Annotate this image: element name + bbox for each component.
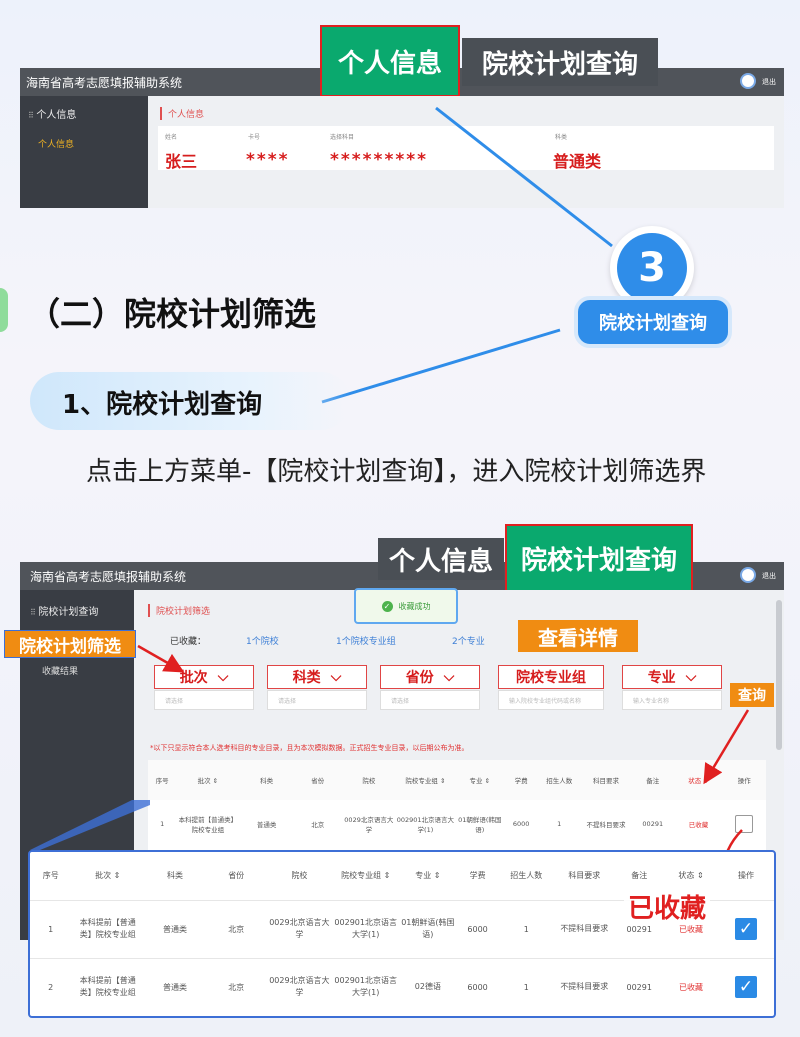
cell: 1 xyxy=(48,924,54,934)
th: 操作 xyxy=(737,871,754,881)
cell: 1 xyxy=(523,982,529,992)
cell: 北京 xyxy=(228,982,245,992)
th: 学费 xyxy=(469,871,486,881)
cell: 6000 xyxy=(467,982,488,992)
th[interactable]: 院校专业组 ⇕ xyxy=(333,852,399,900)
connector-lines xyxy=(321,106,613,404)
description-body: 点击上方菜单-【院校计划查询】，进入院校计划筛选界 xyxy=(86,457,707,487)
th[interactable]: 专业 ⇕ xyxy=(399,852,457,900)
tab-personal-info-2[interactable]: 个人信息 xyxy=(378,538,504,580)
cell: 普通类 xyxy=(163,982,188,992)
cell: 1 xyxy=(523,924,529,934)
avatar-2[interactable] xyxy=(740,567,756,583)
app-title-2: 海南省高考志愿填报辅助系统 xyxy=(30,570,187,584)
cell: 002901北京语言大学(1) xyxy=(334,918,397,939)
subsection-title: 1、院校计划查询 xyxy=(62,390,263,420)
th: 省份 xyxy=(228,871,245,881)
section-title: （二）院校计划筛选 xyxy=(28,295,317,333)
cell: 不提科目要求 xyxy=(560,924,609,933)
callout-collected: 已收藏 xyxy=(624,888,711,925)
cell: 不提科目要求 xyxy=(560,982,609,992)
cell: 6000 xyxy=(467,924,488,934)
cell: 0029北京语言大学 xyxy=(269,918,330,939)
th: 科类 xyxy=(167,871,184,881)
logout-2[interactable]: 退出 xyxy=(762,571,776,581)
cell: 002901北京语言大学(1) xyxy=(334,976,397,998)
cell: 0029北京语言大学 xyxy=(269,976,330,998)
checkbox-checked-icon[interactable]: ✓ xyxy=(734,918,757,940)
action-cell[interactable]: ✓ xyxy=(718,900,774,958)
cell: 2 xyxy=(48,982,54,992)
description-text: 点击上方菜单-【院校计划查询】，进入院校计划筛选界 xyxy=(30,448,790,496)
cell: 00291 xyxy=(626,982,652,992)
step-number: 3 xyxy=(617,233,687,303)
section-marker xyxy=(0,288,8,332)
step-label: 院校计划查询 xyxy=(574,296,732,348)
th: 序号 xyxy=(42,871,59,881)
status-cell: 已收藏 xyxy=(679,982,704,992)
cell: 01朝鲜语(韩国语) xyxy=(401,918,455,939)
zoom-table-panel: 序号 批次 ⇕ 科类 省份 院校 院校专业组 ⇕ 专业 ⇕ 学费 招生人数 科目… xyxy=(28,850,776,1018)
th[interactable]: 批次 ⇕ xyxy=(71,852,144,900)
th: 院校 xyxy=(291,871,308,881)
cell: 02德语 xyxy=(414,982,441,992)
action-cell[interactable]: ✓ xyxy=(718,958,774,1016)
cell: 北京 xyxy=(228,924,245,934)
cell: 本科提前【普通类】院校专业组 xyxy=(79,976,136,998)
checkbox-checked-icon[interactable]: ✓ xyxy=(734,976,757,999)
table-row: 2 本科提前【普通类】院校专业组 普通类 北京 0029北京语言大学 00290… xyxy=(30,958,774,1016)
cell: 本科提前【普通类】院校专业组 xyxy=(79,918,136,939)
cell: 普通类 xyxy=(163,924,188,934)
th: 招生人数 xyxy=(510,871,543,881)
tab-plan-query-2[interactable]: 院校计划查询 xyxy=(505,524,693,592)
th: 科目要求 xyxy=(568,871,601,881)
